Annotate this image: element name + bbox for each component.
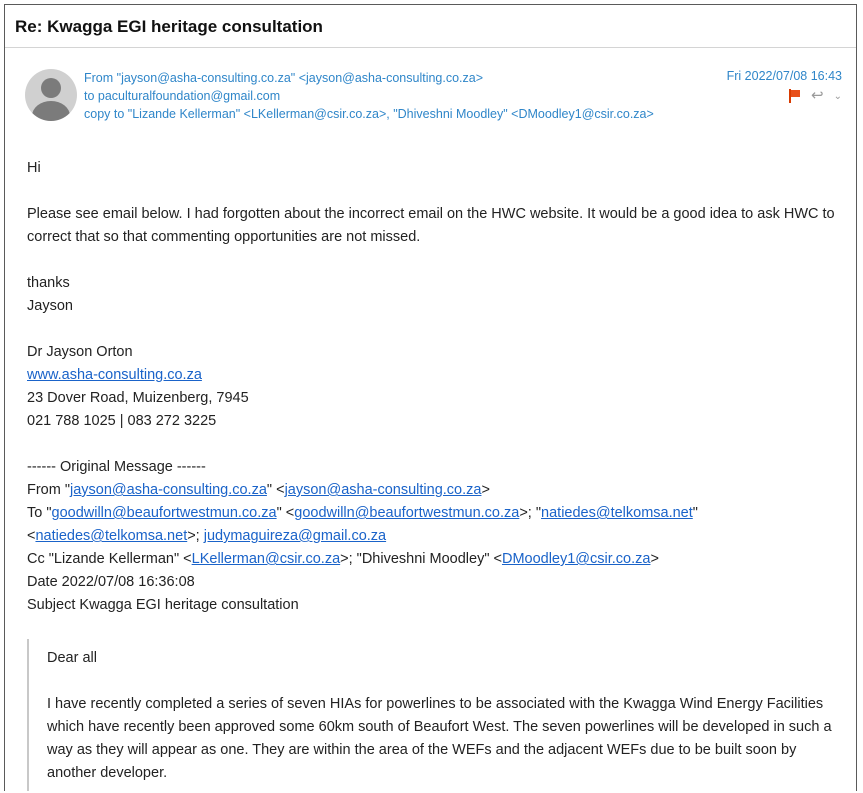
original-to-link-2[interactable]: goodwilln@beaufortwestmun.co.za (294, 505, 519, 521)
signature-name: Dr Jayson Orton (27, 344, 133, 360)
sender-name: Jayson (27, 298, 73, 314)
signature-address: 23 Dover Road, Muizenberg, 7945 (27, 390, 249, 406)
person-avatar-icon (25, 69, 77, 121)
quote-greeting: Dear all (47, 650, 97, 666)
original-cc-link-2[interactable]: DMoodley1@csir.co.za (502, 551, 651, 567)
email-subject: Re: Kwagga EGI heritage consultation (15, 17, 323, 36)
header-actions: ↩ ⌄ (789, 88, 842, 103)
original-to-link-4[interactable]: natiedes@telkomsa.net (35, 528, 187, 544)
email-date: Fri 2022/07/08 16:43 (726, 69, 842, 83)
original-subject: Subject Kwagga EGI heritage consultation (27, 597, 299, 613)
original-date: Date 2022/07/08 16:36:08 (27, 574, 195, 590)
header-divider (5, 47, 856, 48)
body-paragraph: Please see email below. I had forgotten … (27, 206, 835, 245)
original-from-link-2[interactable]: jayson@asha-consulting.co.za (285, 482, 482, 498)
original-from: From "jayson@asha-consulting.co.za" <jay… (27, 482, 490, 498)
to-line[interactable]: to paculturalfoundation@gmail.com (84, 87, 654, 105)
avatar-head (41, 78, 61, 98)
copy-line[interactable]: copy to "Lizande Kellerman" <LKellerman@… (84, 105, 654, 123)
greeting: Hi (27, 160, 41, 176)
original-cc-link-1[interactable]: LKellerman@csir.co.za (192, 551, 341, 567)
flag-cloth (791, 90, 801, 97)
original-to-link-3[interactable]: natiedes@telkomsa.net (541, 505, 693, 521)
email-window: Re: Kwagga EGI heritage consultation Fro… (4, 4, 857, 791)
reply-arrow-icon[interactable]: ↩ (811, 88, 824, 103)
thanks-line: thanks (27, 275, 70, 291)
chevron-down-icon[interactable]: ⌄ (834, 91, 842, 102)
original-to-cont: <natiedes@telkomsa.net>; judymaguireza@g… (27, 528, 387, 544)
original-to-link-5[interactable]: judymaguireza@gmail.co.za (204, 528, 386, 544)
avatar-body (32, 101, 70, 121)
flag-icon[interactable] (789, 89, 801, 103)
from-line[interactable]: From "jayson@asha-consulting.co.za" <jay… (84, 69, 654, 87)
quoted-message: Dear all I have recently completed a ser… (27, 639, 847, 791)
quote-paragraph: I have recently completed a series of se… (47, 696, 832, 781)
original-to-link-1[interactable]: goodwilln@beaufortwestmun.co.za (52, 505, 277, 521)
email-body: Hi Please see email below. I had forgott… (27, 157, 847, 617)
signature-website-link[interactable]: www.asha-consulting.co.za (27, 367, 202, 383)
signature-phone: 021 788 1025 | 083 272 3225 (27, 413, 217, 429)
original-cc: Cc "Lizande Kellerman" <LKellerman@csir.… (27, 551, 659, 567)
email-meta: From "jayson@asha-consulting.co.za" <jay… (84, 69, 654, 123)
original-from-link[interactable]: jayson@asha-consulting.co.za (70, 482, 267, 498)
original-separator: ------ Original Message ------ (27, 459, 206, 475)
original-to: To "goodwilln@beaufortwestmun.co.za" <go… (27, 505, 698, 521)
